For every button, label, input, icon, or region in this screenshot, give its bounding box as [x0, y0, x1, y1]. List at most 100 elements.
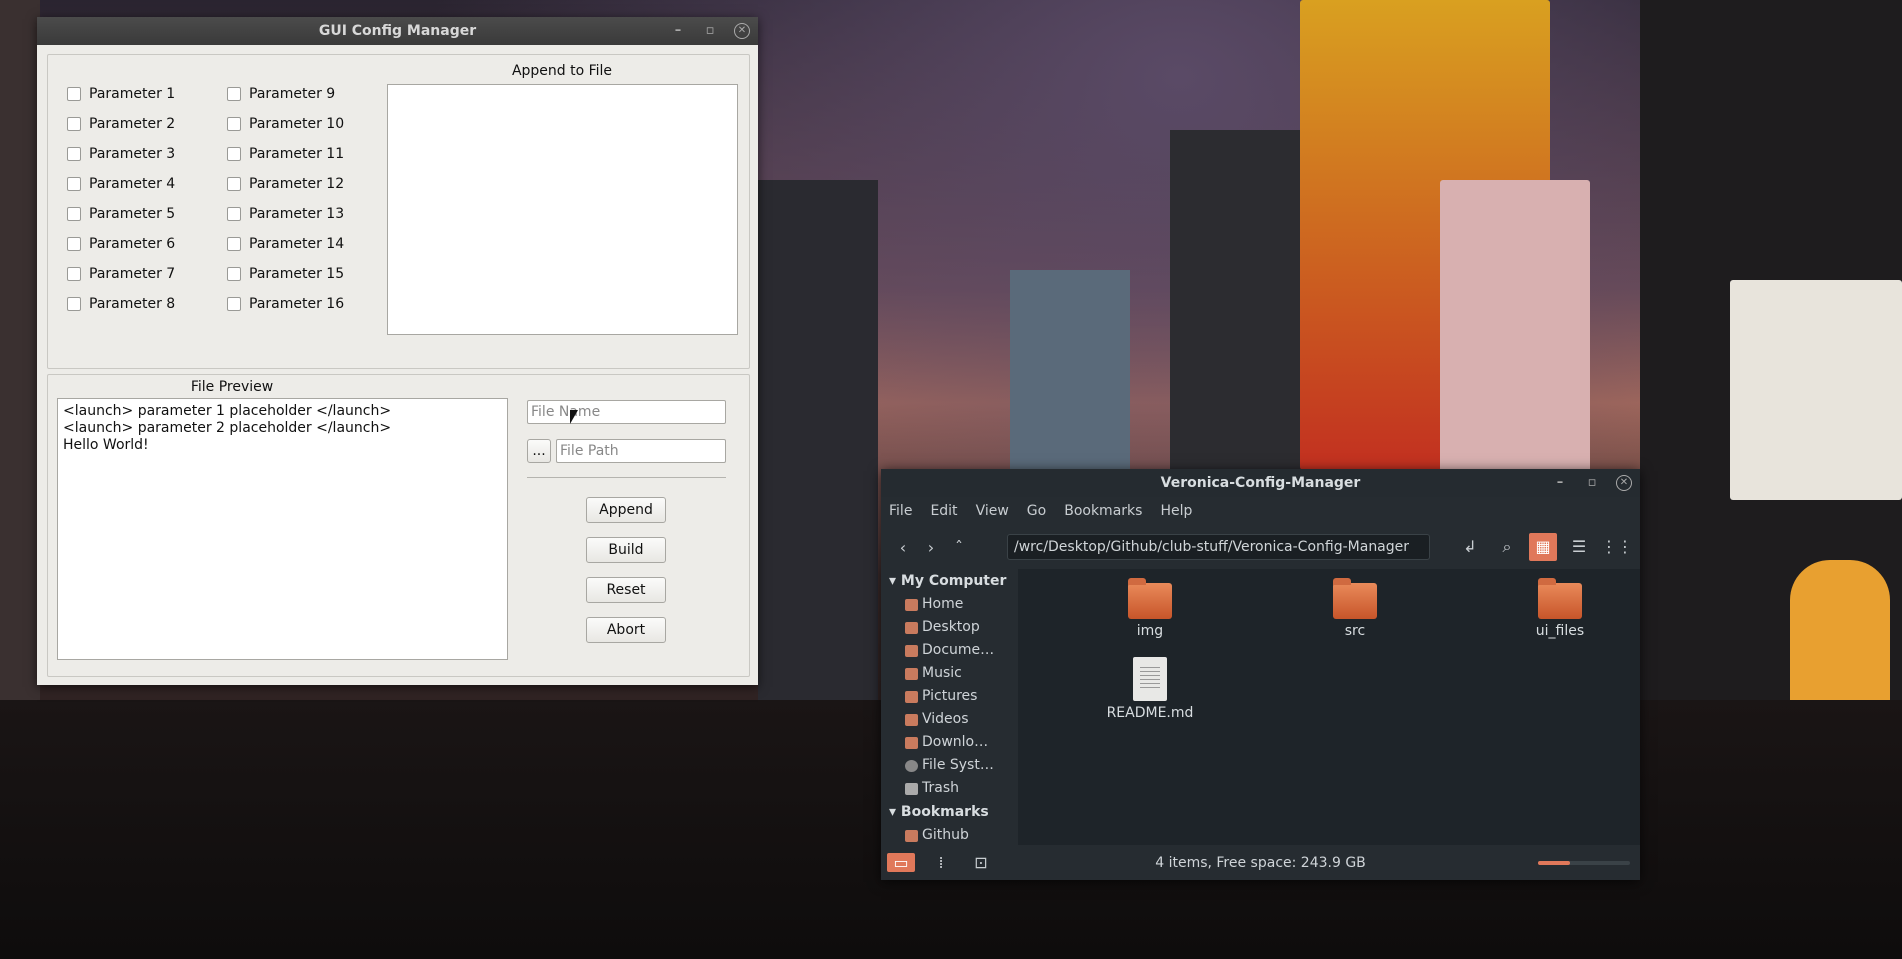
compact-view-icon[interactable]: ⋮⋮ [1601, 537, 1633, 556]
sidebar-item-5[interactable]: Videos [881, 708, 1018, 731]
parameter-checkbox-10[interactable]: Parameter 10 [227, 116, 344, 132]
menu-help[interactable]: Help [1160, 503, 1192, 519]
checkbox[interactable] [227, 117, 241, 131]
back-icon[interactable]: ‹ [889, 538, 917, 557]
file-item[interactable]: ui_files [1510, 578, 1610, 639]
minimize-icon[interactable]: – [670, 17, 686, 45]
sidebar-item-github[interactable]: Github [881, 824, 1018, 845]
sidebar-item-8[interactable]: Trash [881, 777, 1018, 800]
menu-bookmarks[interactable]: Bookmarks [1064, 503, 1142, 519]
parameter-checkbox-12[interactable]: Parameter 12 [227, 176, 344, 192]
menu-view[interactable]: View [976, 503, 1009, 519]
sidebar-item-6[interactable]: Downlo… [881, 731, 1018, 754]
build-button[interactable]: Build [586, 537, 666, 563]
zoom-slider[interactable] [1538, 861, 1630, 865]
checkbox-label: Parameter 6 [89, 236, 176, 252]
gui-config-manager-window: GUI Config Manager – ▫ ✕ Parameter 1 Para… [37, 17, 758, 685]
checkbox-label: Parameter 7 [89, 266, 176, 282]
sidebar-item-3[interactable]: Music [881, 662, 1018, 685]
abort-button[interactable]: Abort [586, 617, 666, 643]
parameter-checkbox-3[interactable]: Parameter 3 [67, 146, 175, 162]
menu-go[interactable]: Go [1027, 503, 1046, 519]
documents-icon [905, 644, 918, 657]
sidebar-item-label: Trash [922, 780, 959, 796]
forward-icon[interactable]: › [917, 538, 945, 557]
checkbox[interactable] [227, 267, 241, 281]
window-titlebar[interactable]: GUI Config Manager – ▫ ✕ [37, 17, 758, 45]
checkbox[interactable] [227, 297, 241, 311]
parameter-checkbox-7[interactable]: Parameter 7 [67, 266, 175, 282]
close-icon[interactable]: ✕ [734, 23, 750, 39]
checkbox[interactable] [67, 87, 81, 101]
window-titlebar[interactable]: Veronica-Config-Manager – ▫ ✕ [881, 469, 1640, 497]
checkbox[interactable] [227, 237, 241, 251]
checkbox[interactable] [67, 117, 81, 131]
menu-edit[interactable]: Edit [930, 503, 957, 519]
file-item[interactable]: img [1100, 578, 1200, 639]
sidebar-item-4[interactable]: Pictures [881, 685, 1018, 708]
file-path-input[interactable]: File Path [556, 439, 726, 463]
append-text-area[interactable] [387, 84, 738, 335]
file-name: src [1344, 623, 1366, 639]
parameter-checkbox-14[interactable]: Parameter 14 [227, 236, 344, 252]
location-bar[interactable]: /wrc/Desktop/Github/club-stuff/Veronica-… [1007, 534, 1430, 560]
home-icon [905, 598, 918, 611]
close-icon[interactable]: ✕ [1616, 475, 1632, 491]
parameter-checkbox-2[interactable]: Parameter 2 [67, 116, 175, 132]
sidebar-item-7[interactable]: File Syst… [881, 754, 1018, 777]
sidebar-item-2[interactable]: Docume… [881, 639, 1018, 662]
sidebar-item-label: Videos [922, 711, 969, 727]
checkbox[interactable] [67, 147, 81, 161]
checkbox-label: Parameter 14 [249, 236, 345, 252]
checkbox[interactable] [67, 267, 81, 281]
checkbox[interactable] [227, 147, 241, 161]
append-title: Append to File [511, 63, 613, 79]
menu-file[interactable]: File [889, 503, 912, 519]
up-icon[interactable]: ˆ [945, 538, 973, 557]
checkbox[interactable] [227, 87, 241, 101]
browse-button[interactable]: ... [527, 439, 551, 463]
checkbox[interactable] [67, 177, 81, 191]
sidebar-section-bookmarks[interactable]: ▾ Bookmarks [881, 800, 1018, 824]
parameter-checkbox-11[interactable]: Parameter 11 [227, 146, 344, 162]
checkbox[interactable] [67, 207, 81, 221]
file-item[interactable]: README.md [1100, 657, 1200, 721]
parameter-checkbox-4[interactable]: Parameter 4 [67, 176, 175, 192]
music-icon [905, 667, 918, 680]
checkbox[interactable] [227, 177, 241, 191]
parameter-checkbox-5[interactable]: Parameter 5 [67, 206, 175, 222]
search-icon[interactable]: ⌕ [1493, 537, 1521, 557]
maximize-icon[interactable]: ▫ [1584, 469, 1600, 497]
sidebar-item-label: Pictures [922, 688, 978, 704]
reset-button[interactable]: Reset [586, 577, 666, 603]
parameter-checkbox-15[interactable]: Parameter 15 [227, 266, 344, 282]
file-name-input[interactable]: File Name [527, 400, 726, 424]
checkbox-label: Parameter 4 [89, 176, 176, 192]
parameter-checkbox-8[interactable]: Parameter 8 [67, 296, 175, 312]
icon-view-icon[interactable]: ▦ [1529, 533, 1557, 561]
file-preview-area[interactable]: <launch> parameter 1 placeholder </launc… [57, 398, 508, 660]
sidebar-item-1[interactable]: Desktop [881, 616, 1018, 639]
file-item[interactable]: src [1305, 578, 1405, 639]
parameter-checkbox-16[interactable]: Parameter 16 [227, 296, 344, 312]
toggle-location-icon[interactable]: ↲ [1456, 537, 1484, 556]
maximize-icon[interactable]: ▫ [702, 17, 718, 45]
sidebar-item-label: Docume… [922, 642, 995, 658]
minimize-icon[interactable]: – [1552, 469, 1568, 497]
checkbox[interactable] [67, 237, 81, 251]
checkbox[interactable] [227, 207, 241, 221]
checkbox[interactable] [67, 297, 81, 311]
parameter-checkbox-9[interactable]: Parameter 9 [227, 86, 335, 102]
preview-line: <launch> parameter 1 placeholder </launc… [63, 403, 392, 419]
parameter-checkbox-1[interactable]: Parameter 1 [67, 86, 175, 102]
parameter-checkbox-6[interactable]: Parameter 6 [67, 236, 175, 252]
parameter-checkbox-13[interactable]: Parameter 13 [227, 206, 344, 222]
checkbox-label: Parameter 10 [249, 116, 345, 132]
sidebar-section-my-computer[interactable]: ▾ My Computer [881, 569, 1018, 593]
trash-icon [905, 782, 918, 795]
list-view-icon[interactable]: ☰ [1565, 537, 1593, 556]
sidebar-item-0[interactable]: Home [881, 593, 1018, 616]
window-title: GUI Config Manager [318, 23, 477, 39]
append-button[interactable]: Append [586, 497, 666, 523]
checkbox-label: Parameter 9 [249, 86, 336, 102]
